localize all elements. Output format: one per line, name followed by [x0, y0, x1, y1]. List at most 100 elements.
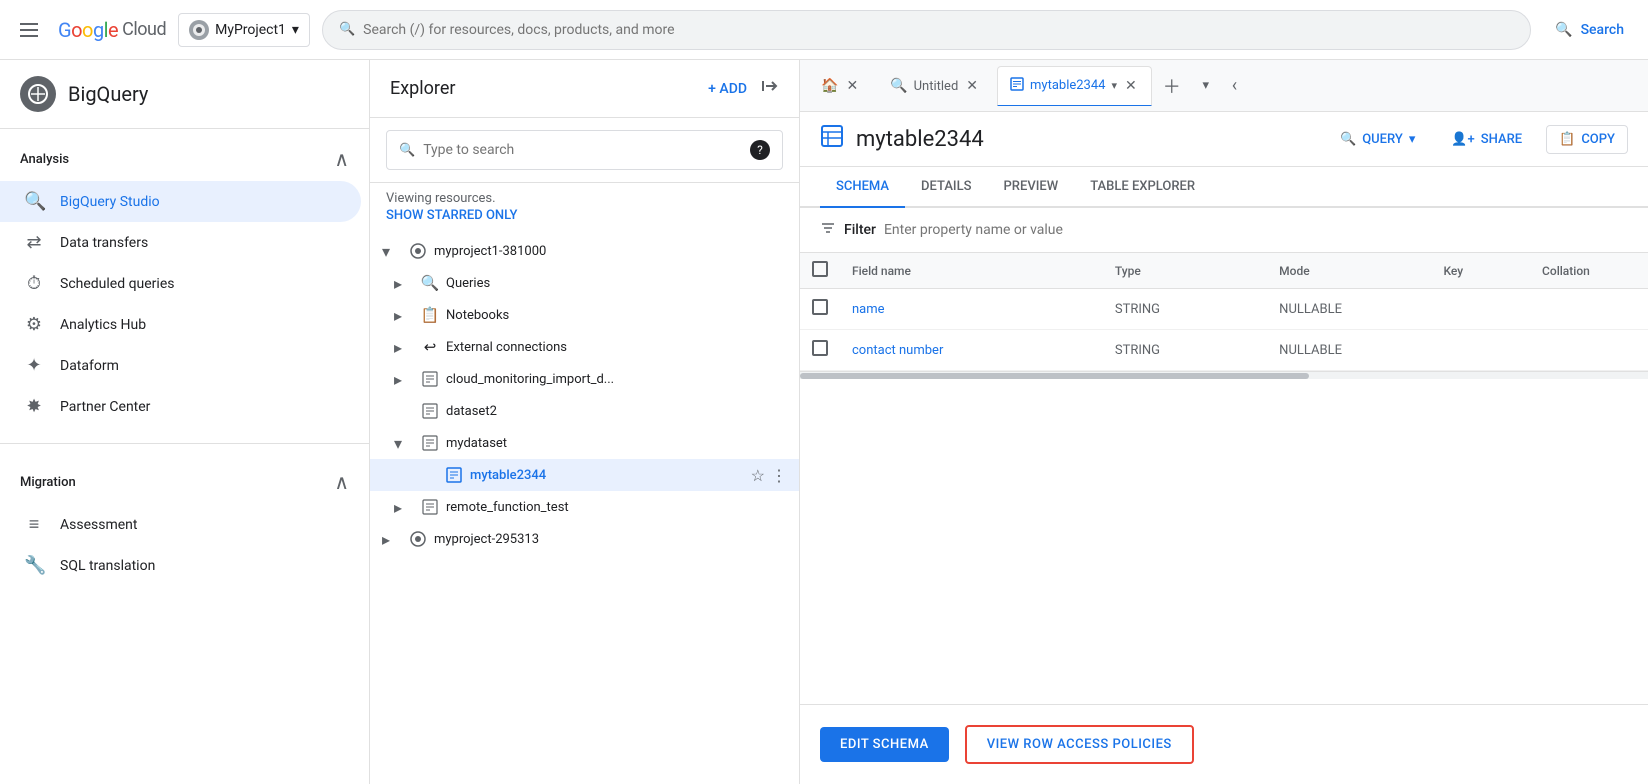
- analysis-section-header[interactable]: Analysis ∧: [0, 137, 369, 181]
- mytable2344-tab-close[interactable]: ✕: [1123, 76, 1139, 96]
- mytable2344-tab-dropdown-icon[interactable]: ▾: [1111, 79, 1117, 92]
- untitled-tab-label: Untitled: [914, 79, 959, 94]
- global-search-input[interactable]: [363, 22, 1514, 38]
- topbar: Google Cloud MyProject1 ▾ 🔍 🔍 Search: [0, 0, 1648, 60]
- share-icon: 👤+: [1451, 132, 1474, 147]
- details-tab-label: DETAILS: [921, 179, 971, 194]
- tab-preview[interactable]: PREVIEW: [988, 167, 1075, 208]
- dataset2-more-icon[interactable]: ⋮: [771, 402, 787, 421]
- dataform-icon: ✦: [24, 355, 44, 376]
- row1-fieldname: name: [840, 289, 1103, 330]
- mytable2344-label: mytable2344: [470, 468, 751, 483]
- sidebar-item-partner-center[interactable]: ✸ Partner Center: [0, 386, 361, 427]
- tree-item-cloud-monitoring[interactable]: ▸ cloud_monitoring_import_d... ☆ ⋮: [370, 363, 799, 395]
- cloud-monitoring-star-icon[interactable]: ☆: [751, 370, 765, 389]
- col-header-key: Key: [1431, 253, 1530, 289]
- remote-function-more-icon[interactable]: ⋮: [771, 498, 787, 517]
- sidebar-item-analytics-hub[interactable]: ⚙ Analytics Hub: [0, 304, 361, 345]
- row2-checkbox[interactable]: [812, 340, 828, 356]
- sidebar-item-data-transfers[interactable]: ⇄ Data transfers: [0, 222, 361, 263]
- tree-item-myproject1[interactable]: ▾ myproject1-381000 ☆ ⋮: [370, 235, 799, 267]
- brand-name: BigQuery: [68, 82, 148, 106]
- row1-checkbox[interactable]: [812, 299, 828, 315]
- tree-item-external-connections[interactable]: ▸ ↩ External connections ⋮: [370, 331, 799, 363]
- show-starred-only-button[interactable]: SHOW STARRED ONLY: [370, 206, 799, 231]
- home-tab-close[interactable]: ✕: [844, 76, 860, 96]
- project1-icon: [408, 241, 428, 261]
- sidebar-item-dataform[interactable]: ✦ Dataform: [0, 345, 361, 386]
- schema-table: Field name Type Mode Key Collation name: [800, 253, 1648, 371]
- preview-tab-label: PREVIEW: [1004, 179, 1059, 194]
- col-header-type: Type: [1103, 253, 1267, 289]
- tree-item-mydataset[interactable]: ▾ mydataset ☆ ⋮: [370, 427, 799, 459]
- name-field-link[interactable]: name: [852, 302, 885, 317]
- row2-fieldname: contact number: [840, 330, 1103, 371]
- migration-section-header[interactable]: Migration ∧: [0, 460, 369, 504]
- hamburger-menu[interactable]: [12, 15, 46, 45]
- filter-icon: [820, 220, 836, 240]
- expand-queries-icon: ▸: [394, 274, 414, 293]
- external-more-icon[interactable]: ⋮: [771, 338, 787, 357]
- edit-schema-button[interactable]: EDIT SCHEMA: [820, 727, 949, 762]
- tree-item-notebooks[interactable]: ▸ 📋 Notebooks ⋮: [370, 299, 799, 331]
- query-label: QUERY: [1362, 132, 1403, 147]
- sidebar-item-sql-translation[interactable]: 🔧 SQL translation: [0, 545, 361, 586]
- explorer-header: Explorer + ADD: [370, 60, 799, 118]
- tree-item-mytable2344[interactable]: mytable2344 ☆ ⋮: [370, 459, 799, 491]
- notebooks-more-icon[interactable]: ⋮: [771, 306, 787, 325]
- explorer-panel: Explorer + ADD 🔍 ? Viewing resources. SH…: [370, 60, 800, 784]
- contact-number-field-link[interactable]: contact number: [852, 343, 943, 358]
- tab-home[interactable]: 🏠 ✕: [808, 66, 873, 106]
- untitled-tab-close[interactable]: ✕: [964, 76, 980, 96]
- add-button[interactable]: + ADD: [708, 81, 747, 97]
- tree-item-queries[interactable]: ▸ 🔍 Queries ⋮: [370, 267, 799, 299]
- filter-input[interactable]: [884, 222, 1628, 238]
- search-help-icon[interactable]: ?: [750, 140, 770, 160]
- search-button[interactable]: 🔍 Search: [1543, 22, 1636, 38]
- dataset2-star-icon[interactable]: ☆: [751, 402, 765, 421]
- tab-table-explorer[interactable]: TABLE EXPLORER: [1074, 167, 1211, 208]
- tree-item-remote-function[interactable]: ▸ remote_function_test ☆ ⋮: [370, 491, 799, 523]
- add-tab-button[interactable]: ＋: [1156, 70, 1188, 102]
- back-navigation-button[interactable]: ‹: [1232, 75, 1237, 96]
- more-tabs-button[interactable]: ▾: [1192, 72, 1220, 100]
- queries-more-icon[interactable]: ⋮: [771, 274, 787, 293]
- sidebar-item-bigquery-studio[interactable]: 🔍 BigQuery Studio: [0, 181, 361, 222]
- sidebar-item-scheduled-queries[interactable]: ⏱ Scheduled queries: [0, 263, 361, 304]
- search-btn-label: Search: [1581, 22, 1624, 38]
- horizontal-scrollbar[interactable]: [800, 371, 1648, 379]
- mydataset-more-icon[interactable]: ⋮: [771, 434, 787, 453]
- tab-mytable2344[interactable]: mytable2344 ▾ ✕: [997, 66, 1152, 106]
- query-button[interactable]: 🔍 QUERY ▾: [1328, 126, 1427, 153]
- copy-button[interactable]: 📋 COPY: [1546, 125, 1628, 154]
- project1-star-icon[interactable]: ☆: [751, 242, 765, 261]
- tab-details[interactable]: DETAILS: [905, 167, 987, 208]
- project1-more-icon[interactable]: ⋮: [771, 242, 787, 261]
- project-selector[interactable]: MyProject1 ▾: [178, 13, 310, 47]
- tab-untitled[interactable]: 🔍 Untitled ✕: [877, 66, 993, 106]
- view-row-access-button[interactable]: VIEW ROW ACCESS POLICIES: [965, 725, 1194, 764]
- copy-icon: 📋: [1559, 132, 1575, 147]
- sidebar-brand: BigQuery: [0, 60, 369, 129]
- project295313-more-icon[interactable]: ⋮: [771, 530, 787, 549]
- row2-collation: [1530, 330, 1648, 371]
- mytable2344-star-icon[interactable]: ☆: [751, 466, 765, 485]
- explorer-search-input[interactable]: [423, 142, 750, 158]
- mytable2344-more-icon[interactable]: ⋮: [771, 466, 787, 485]
- table-header: mytable2344 🔍 QUERY ▾ 👤+ SHARE 📋 COPY: [800, 112, 1648, 167]
- copy-label: COPY: [1581, 132, 1615, 147]
- project295313-star-icon[interactable]: ★: [751, 530, 765, 549]
- select-all-checkbox[interactable]: [812, 261, 828, 277]
- col-header-check: [800, 253, 840, 289]
- share-button[interactable]: 👤+ SHARE: [1439, 126, 1534, 153]
- queries-icon: 🔍: [420, 273, 440, 293]
- tree-item-myproject295313[interactable]: ▸ myproject-295313 ★ ⋮: [370, 523, 799, 555]
- tab-schema[interactable]: SCHEMA: [820, 167, 905, 208]
- collapse-explorer-button[interactable]: [759, 76, 779, 101]
- analysis-collapse-icon: ∧: [334, 147, 349, 171]
- cloud-monitoring-more-icon[interactable]: ⋮: [771, 370, 787, 389]
- tree-item-dataset2[interactable]: dataset2 ☆ ⋮: [370, 395, 799, 427]
- remote-function-star-icon[interactable]: ☆: [751, 498, 765, 517]
- mydataset-star-icon[interactable]: ☆: [751, 434, 765, 453]
- sidebar-item-assessment[interactable]: ≡ Assessment: [0, 504, 361, 545]
